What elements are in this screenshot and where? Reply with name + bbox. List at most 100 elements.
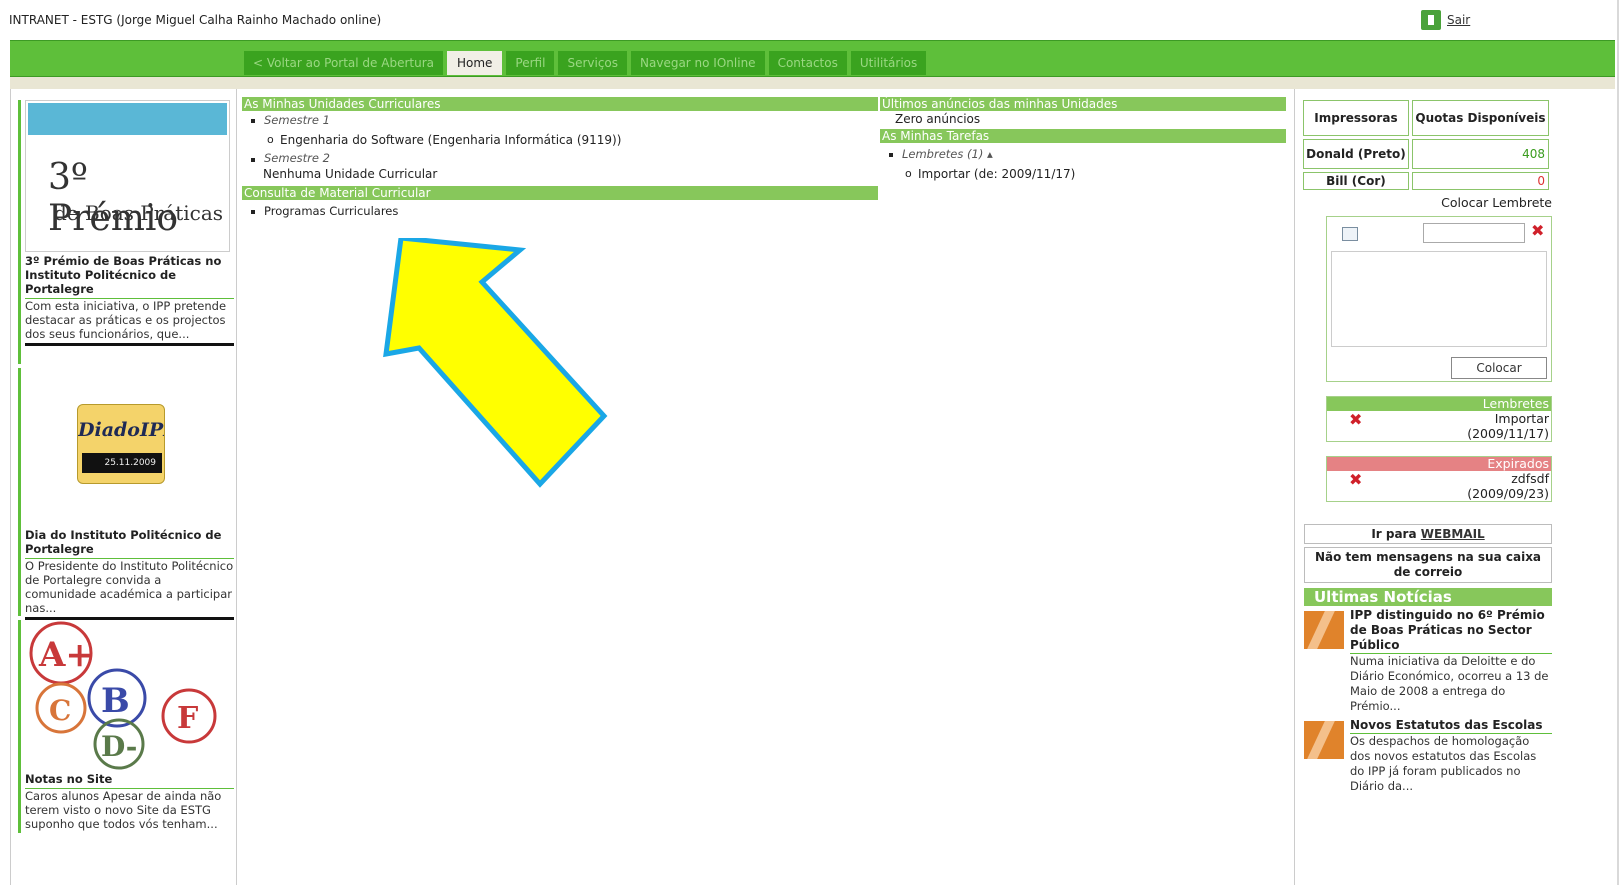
printer-name: Donald (Preto) (1303, 139, 1409, 169)
quota-col-printers: Impressoras (1303, 100, 1409, 136)
reminder-date: (2009/11/17) (1467, 426, 1549, 441)
nav-underline (10, 77, 1615, 89)
image-banner (28, 103, 227, 135)
reminder-form-label: Colocar Lembrete (1441, 195, 1552, 210)
grade-d: D- (101, 730, 137, 763)
reminder-text-input[interactable] (1331, 251, 1547, 347)
image-subheading: de Boas Práticas (54, 201, 224, 225)
left-sidebar: 3º Prémio de Boas Práticas 3º Prémio de … (18, 100, 234, 833)
right-column-divider (1294, 89, 1295, 885)
grade-b: B (101, 681, 130, 721)
announcements-panel: Últimos anúncios das minhas Unidades Zer… (880, 97, 1286, 184)
webmail-link[interactable]: WEBMAIL (1421, 527, 1485, 541)
printer-name: Bill (Cor) (1303, 172, 1409, 190)
promo-dia-ipp[interactable]: DiadoIPP 25.11.2009 Dia do Instituto Pol… (18, 368, 234, 620)
no-units-text: Nenhuma Unidade Curricular (263, 167, 438, 181)
grades-image[interactable]: A+ C B F D- (25, 620, 230, 770)
quota-value: 0 (1411, 172, 1549, 190)
semester-1: Semestre 1 (242, 111, 878, 130)
badge-date: 25.11.2009 (82, 453, 162, 473)
reminders-toggle[interactable]: Lembretes (1) ▴ (880, 145, 1286, 164)
news-text: Numa iniciativa da Deloitte e do Diário … (1350, 654, 1549, 713)
top-bar: INTRANET - ESTG (Jorge Miguel Calha Rain… (0, 0, 1624, 40)
dia-ipp-badge: DiadoIPP 25.11.2009 (77, 404, 165, 484)
promo-title[interactable]: Dia do Instituto Politécnico de Portaleg… (25, 528, 234, 559)
reminders-header: Lembretes (1327, 397, 1551, 411)
webmail-prefix: Ir para (1371, 527, 1421, 541)
calendar-icon[interactable] (1342, 227, 1358, 241)
curricular-programs-link[interactable]: Programas Curriculares (242, 202, 878, 221)
reminder-date-input[interactable] (1423, 223, 1525, 243)
reminder-item[interactable]: Importar (1495, 411, 1549, 426)
task-item[interactable]: Importar (de: 2009/11/17) (880, 164, 1286, 184)
reminder-form: ✖ Colocar (1326, 216, 1552, 382)
grade-a: A+ (38, 635, 94, 675)
promo-title[interactable]: Notas no Site (25, 772, 234, 789)
grades-illustration: A+ C B F D- (29, 621, 217, 770)
announcements-empty: Zero anúncios (895, 112, 981, 126)
left-column-divider (236, 89, 237, 885)
promo-title[interactable]: 3º Prémio de Boas Práticas no Instituto … (25, 254, 234, 299)
quota-value: 408 (1411, 139, 1549, 169)
exit-control[interactable]: Sair (1421, 10, 1470, 30)
mail-status: Não tem mensagens na sua caixa de correi… (1304, 547, 1552, 583)
promo-text: Com esta iniciativa, o IPP pretende dest… (25, 299, 234, 346)
print-quota-table: Impressoras Quotas Disponíveis Donald (P… (1300, 97, 1552, 193)
quota-col-available: Quotas Disponíveis (1411, 100, 1549, 136)
left-border (10, 89, 11, 885)
expired-list: Expirados ✖ zdfsdf (2009/09/23) (1326, 456, 1552, 502)
tab-ionline[interactable]: Navegar no IOnline (631, 51, 765, 75)
expired-date: (2009/09/23) (1467, 486, 1549, 501)
badge-title: DiadoIPP (78, 419, 164, 441)
exit-icon[interactable] (1421, 10, 1441, 30)
window-title: INTRANET - ESTG (Jorge Miguel Calha Rain… (9, 13, 382, 27)
tab-profile[interactable]: Perfil (506, 51, 555, 75)
news-title[interactable]: Novos Estatutos das Escolas (1350, 718, 1552, 734)
webmail-box: Ir para WEBMAIL (1304, 524, 1552, 544)
image-heading: 3º Prémio (48, 157, 179, 239)
right-sidebar: Impressoras Quotas Disponíveis Donald (P… (1300, 97, 1552, 794)
course-link[interactable]: Engenharia do Software (Engenharia Infor… (242, 130, 878, 150)
news-title[interactable]: IPP distinguido no 6º Prémio de Boas Prá… (1350, 608, 1552, 654)
units-header: As Minhas Unidades Curriculares (242, 97, 878, 111)
material-header: Consulta de Material Curricular (242, 186, 878, 200)
promo-notas[interactable]: A+ C B F D- Notas no Site Caros alunos A… (18, 620, 234, 833)
dia-ipp-image[interactable]: DiadoIPP 25.11.2009 (25, 368, 230, 526)
list-item: ✖ Importar (1327, 411, 1551, 428)
table-row: Donald (Preto) 408 (1303, 139, 1549, 169)
reminders-list: Lembretes ✖ Importar (2009/11/17) (1326, 396, 1552, 442)
promo-text: O Presidente do Instituto Politécnico de… (25, 559, 234, 620)
units-panel: As Minhas Unidades Curriculares Semestre… (242, 97, 878, 221)
news-text: Os despachos de homologação dos novos es… (1350, 734, 1537, 793)
promo-text: Caros alunos Apesar de ainda não terem v… (25, 789, 222, 831)
expired-header: Expirados (1327, 457, 1551, 471)
exit-link[interactable]: Sair (1447, 13, 1470, 27)
colocar-button[interactable]: Colocar (1451, 357, 1547, 379)
news-header: Ultimas Notícias (1304, 588, 1552, 606)
grade-c: C (49, 694, 71, 727)
news-item: Novos Estatutos das Escolas Os despachos… (1304, 718, 1552, 794)
delete-icon[interactable]: ✖ (1349, 412, 1362, 428)
nav-tabs: < Voltar ao Portal de Abertura Home Perf… (244, 51, 927, 75)
tab-contacts[interactable]: Contactos (768, 51, 847, 75)
expired-item[interactable]: zdfsdf (1511, 471, 1549, 486)
news-item: IPP distinguido no 6º Prémio de Boas Prá… (1304, 608, 1552, 714)
semester-2: Semestre 2 (242, 150, 878, 166)
news-icon (1304, 721, 1344, 759)
announcements-header: Últimos anúncios das minhas Unidades (880, 97, 1286, 111)
news-icon (1304, 611, 1344, 649)
promo-boas-praticas[interactable]: 3º Prémio de Boas Práticas 3º Prémio de … (18, 100, 234, 364)
annotation-arrow (383, 238, 608, 488)
tab-services[interactable]: Serviços (558, 51, 628, 75)
grade-f: F (177, 701, 198, 736)
clear-icon[interactable]: ✖ (1531, 223, 1544, 239)
table-row: Bill (Cor) 0 (1303, 172, 1549, 190)
delete-icon[interactable]: ✖ (1349, 472, 1362, 488)
tab-back-portal[interactable]: < Voltar ao Portal de Abertura (244, 51, 443, 75)
tab-home[interactable]: Home (446, 51, 503, 75)
tab-utilities[interactable]: Utilitários (850, 51, 927, 75)
news-list: IPP distinguido no 6º Prémio de Boas Prá… (1304, 608, 1552, 794)
table-row: Impressoras Quotas Disponíveis (1303, 100, 1549, 136)
window-edge (1617, 0, 1619, 885)
boas-praticas-image[interactable]: 3º Prémio de Boas Práticas (25, 100, 230, 252)
